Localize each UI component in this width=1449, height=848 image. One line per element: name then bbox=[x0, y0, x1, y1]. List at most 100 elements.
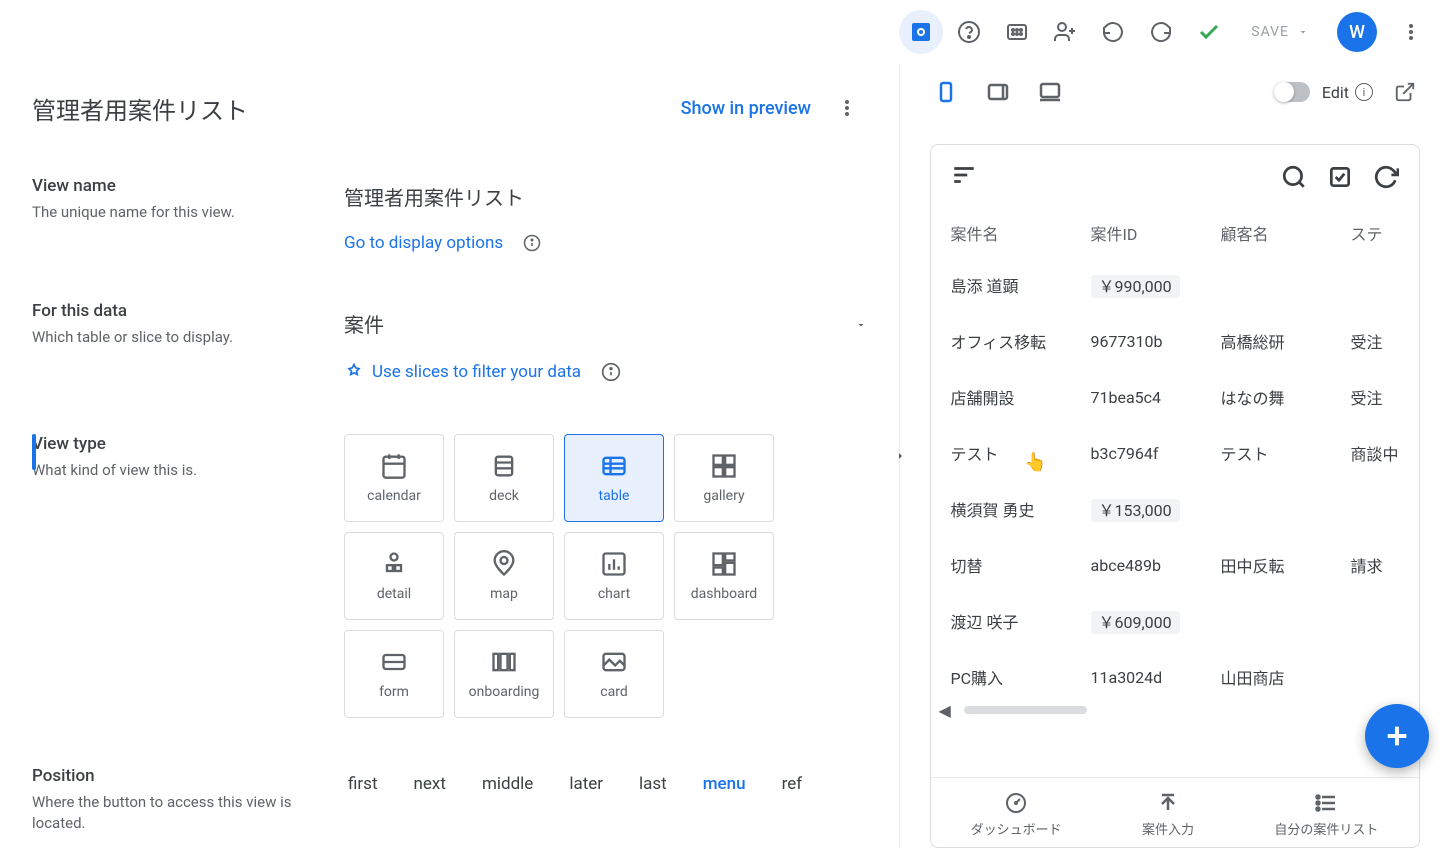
help-button[interactable] bbox=[947, 10, 991, 54]
tile-label: map bbox=[490, 586, 518, 602]
view-more-button[interactable] bbox=[827, 88, 867, 128]
check-button[interactable] bbox=[1187, 10, 1231, 54]
add-user-button[interactable] bbox=[1043, 10, 1087, 54]
position-next[interactable]: next bbox=[410, 766, 450, 802]
view-type-card[interactable]: card bbox=[564, 630, 664, 718]
show-in-preview-link[interactable]: Show in preview bbox=[681, 98, 811, 119]
cell-id: 11a3024d bbox=[1091, 668, 1221, 687]
tile-label: chart bbox=[598, 586, 630, 602]
nav-label: ダッシュボード bbox=[971, 819, 1062, 838]
info-icon bbox=[601, 362, 621, 382]
redo-button[interactable] bbox=[1139, 10, 1183, 54]
slices-link[interactable]: Use slices to filter your data bbox=[344, 362, 621, 382]
view-name-desc: The unique name for this view. bbox=[32, 202, 312, 223]
tile-label: dashboard bbox=[691, 586, 757, 602]
table-row[interactable]: PC購入 11a3024d 山田商店 bbox=[931, 649, 1419, 705]
col-header: ステ bbox=[1351, 221, 1419, 245]
view-type-label: View type bbox=[32, 434, 312, 454]
keyboard-button[interactable] bbox=[995, 10, 1039, 54]
group-name: 横須賀 勇史 bbox=[951, 497, 1091, 521]
nav-label: 自分の案件リスト bbox=[1274, 819, 1378, 838]
info-icon bbox=[523, 234, 541, 252]
view-type-deck[interactable]: deck bbox=[454, 434, 554, 522]
view-type-table[interactable]: table bbox=[564, 434, 664, 522]
undo-button[interactable] bbox=[1091, 10, 1135, 54]
cell-customer: 田中反転 bbox=[1221, 553, 1351, 577]
price-badge: ￥990,000 bbox=[1091, 275, 1180, 298]
group-name: 渡辺 咲子 bbox=[951, 609, 1091, 633]
cell-name: テスト bbox=[951, 441, 1091, 465]
view-type-dashboard[interactable]: dashboard bbox=[674, 532, 774, 620]
price-badge: ￥153,000 bbox=[1091, 499, 1180, 522]
table-row: 案件名 案件ID 顧客名 ステ bbox=[931, 209, 1419, 257]
save-dropdown[interactable]: SAVE bbox=[1235, 24, 1325, 40]
view-name-label: View name bbox=[32, 176, 312, 196]
fab-add-button[interactable] bbox=[1365, 704, 1420, 768]
open-external-button[interactable] bbox=[1385, 72, 1425, 112]
slices-link-label: Use slices to filter your data bbox=[372, 362, 581, 382]
select-icon[interactable] bbox=[1327, 164, 1353, 190]
nav-label: 案件入力 bbox=[1142, 819, 1194, 838]
nav-dashboard[interactable]: ダッシュボード bbox=[971, 791, 1062, 838]
view-type-calendar[interactable]: calendar bbox=[344, 434, 444, 522]
table-group-row[interactable]: 横須賀 勇史 ￥153,000 bbox=[931, 481, 1419, 537]
refresh-icon[interactable] bbox=[1373, 164, 1399, 190]
view-type-form[interactable]: form bbox=[344, 630, 444, 718]
display-options-label: Go to display options bbox=[344, 233, 503, 253]
cell-status: 受注 bbox=[1351, 385, 1419, 409]
table-group-row[interactable]: 島添 道顕 ￥990,000 bbox=[931, 257, 1419, 313]
position-later[interactable]: later bbox=[565, 766, 607, 802]
view-type-map[interactable]: map bbox=[454, 532, 554, 620]
cell-id: b3c7964f bbox=[1091, 444, 1221, 463]
display-options-link[interactable]: Go to display options bbox=[344, 233, 541, 253]
for-data-value: 案件 bbox=[344, 309, 384, 338]
preview-mode-button[interactable] bbox=[899, 10, 943, 54]
tile-label: gallery bbox=[703, 488, 744, 504]
price-badge: ￥609,000 bbox=[1091, 611, 1180, 634]
view-type-chart[interactable]: chart bbox=[564, 532, 664, 620]
filter-icon[interactable] bbox=[951, 162, 977, 192]
edit-toggle-label: Edit i bbox=[1322, 83, 1373, 102]
position-ref[interactable]: ref bbox=[778, 766, 807, 802]
nav-mylist[interactable]: 自分の案件リスト bbox=[1274, 791, 1378, 838]
tile-label: calendar bbox=[367, 488, 421, 504]
tile-label: deck bbox=[489, 488, 519, 504]
table-row[interactable]: 切替 abce489b 田中反転 請求 bbox=[931, 537, 1419, 593]
view-name-input[interactable] bbox=[344, 176, 867, 217]
cell-customer: 山田商店 bbox=[1221, 665, 1351, 689]
for-data-select[interactable]: 案件 bbox=[344, 301, 867, 346]
h-scrollbar[interactable] bbox=[955, 706, 1394, 714]
save-label: SAVE bbox=[1251, 24, 1289, 40]
nav-input[interactable]: 案件入力 bbox=[1142, 791, 1194, 838]
table-row[interactable]: オフィス移転 9677310b 高橋総研 受注 bbox=[931, 313, 1419, 369]
view-type-onboarding[interactable]: onboarding bbox=[454, 630, 554, 718]
device-tablet-tab[interactable] bbox=[976, 70, 1020, 114]
cell-id: abce489b bbox=[1091, 556, 1221, 575]
tile-label: card bbox=[600, 684, 627, 700]
tile-label: table bbox=[599, 488, 630, 504]
table-row[interactable]: 店舗開設 71bea5c4 はなの舞 受注 bbox=[931, 369, 1419, 425]
search-icon[interactable] bbox=[1281, 164, 1307, 190]
page-title: 管理者用案件リスト bbox=[32, 91, 248, 126]
view-type-gallery[interactable]: gallery bbox=[674, 434, 774, 522]
position-menu[interactable]: menu bbox=[699, 766, 750, 802]
tile-label: onboarding bbox=[469, 684, 540, 700]
device-phone-tab[interactable] bbox=[924, 70, 968, 114]
avatar[interactable]: W bbox=[1337, 12, 1377, 52]
scroll-left-icon[interactable]: ◀ bbox=[935, 701, 955, 720]
device-desktop-tab[interactable] bbox=[1028, 70, 1072, 114]
view-type-detail[interactable]: detail bbox=[344, 532, 444, 620]
position-last[interactable]: last bbox=[635, 766, 671, 802]
table-group-row[interactable]: 渡辺 咲子 ￥609,000 bbox=[931, 593, 1419, 649]
cell-name: PC購入 bbox=[951, 665, 1091, 689]
view-type-desc: What kind of view this is. bbox=[32, 460, 312, 481]
cell-status: 受注 bbox=[1351, 329, 1419, 353]
table-row[interactable]: テスト b3c7964f テスト 商談中 bbox=[931, 425, 1419, 481]
cell-id: 71bea5c4 bbox=[1091, 388, 1221, 407]
tile-label: form bbox=[379, 684, 409, 700]
more-menu-button[interactable] bbox=[1389, 10, 1433, 54]
position-first[interactable]: first bbox=[344, 766, 382, 802]
edit-toggle[interactable] bbox=[1274, 82, 1310, 102]
cell-name: 切替 bbox=[951, 553, 1091, 577]
position-middle[interactable]: middle bbox=[478, 766, 537, 802]
